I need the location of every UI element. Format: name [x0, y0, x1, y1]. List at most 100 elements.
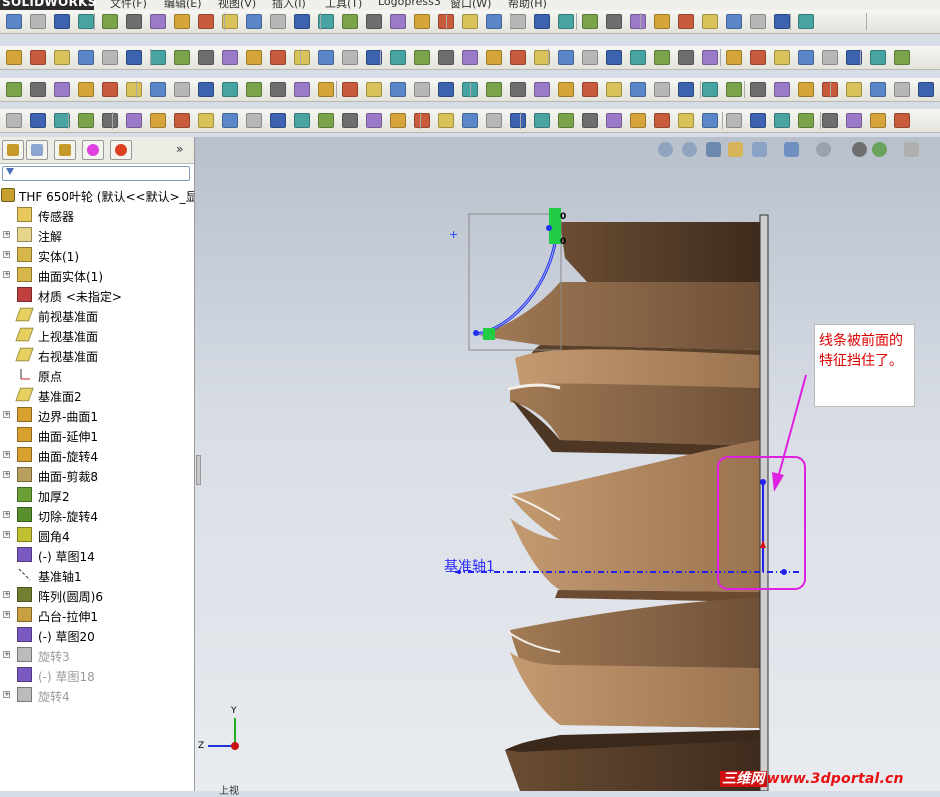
toolbar-button[interactable] — [438, 50, 454, 65]
toolbar-button[interactable] — [630, 50, 646, 65]
tree-item[interactable]: 上视基准面 — [0, 325, 194, 345]
toolbar-button[interactable] — [558, 82, 574, 97]
toolbar-button[interactable] — [582, 50, 598, 65]
toolbar-button[interactable] — [870, 82, 886, 97]
menu-tools[interactable]: 工具(T) — [325, 0, 362, 10]
toolbar-button[interactable] — [222, 82, 238, 97]
tree-item[interactable]: (-) 草图18 — [0, 665, 194, 685]
tree-item[interactable]: + 曲面-旋转4 — [0, 445, 194, 465]
toolbar-button[interactable] — [750, 82, 766, 97]
sketch-endpoint[interactable] — [781, 569, 787, 575]
toolbar-button[interactable] — [870, 113, 886, 128]
expand-toggle-icon[interactable]: + — [3, 451, 10, 458]
toolbar-button[interactable] — [582, 14, 598, 29]
toolbar-button[interactable] — [654, 50, 670, 65]
toolbar-button[interactable] — [198, 82, 214, 97]
tree-item[interactable]: + 曲面-剪裁8 — [0, 465, 194, 485]
toolbar-button[interactable] — [606, 113, 622, 128]
tree-item[interactable]: 加厚2 — [0, 485, 194, 505]
tree-item[interactable]: 前视基准面 — [0, 305, 194, 325]
toolbar-button[interactable] — [702, 50, 718, 65]
toolbar-button[interactable] — [222, 50, 238, 65]
toolbar-button[interactable] — [486, 113, 502, 128]
toolbar-button[interactable] — [366, 14, 382, 29]
toolbar-button[interactable] — [30, 14, 46, 29]
expand-toggle-icon[interactable]: + — [3, 411, 10, 418]
toolbar-button[interactable] — [174, 82, 190, 97]
toolbar-button[interactable] — [270, 113, 286, 128]
toolbar-button[interactable] — [654, 82, 670, 97]
toolbar-button[interactable] — [414, 113, 430, 128]
toolbar-button[interactable] — [366, 113, 382, 128]
toolbar-button[interactable] — [366, 82, 382, 97]
toolbar-button[interactable] — [654, 14, 670, 29]
expand-toggle-icon[interactable]: + — [3, 651, 10, 658]
toolbar-button[interactable] — [150, 14, 166, 29]
toolbar-button[interactable] — [630, 82, 646, 97]
tab-display-manager[interactable] — [110, 140, 132, 160]
tree-item[interactable]: + 实体(1) — [0, 245, 194, 265]
toolbar-button[interactable] — [486, 50, 502, 65]
toolbar-button[interactable] — [510, 50, 526, 65]
toolbar-button[interactable] — [438, 82, 454, 97]
toolbar-button[interactable] — [510, 14, 526, 29]
toolbar-button[interactable] — [462, 113, 478, 128]
toolbar-button[interactable] — [774, 50, 790, 65]
toolbar-button[interactable] — [462, 14, 478, 29]
tree-item[interactable]: + 边界-曲面1 — [0, 405, 194, 425]
toolbar-button[interactable] — [750, 50, 766, 65]
tree-item[interactable]: + 切除-旋转4 — [0, 505, 194, 525]
toolbar-button[interactable] — [78, 50, 94, 65]
toolbar-button[interactable] — [702, 113, 718, 128]
toolbar-button[interactable] — [918, 82, 934, 97]
toolbar-button[interactable] — [174, 50, 190, 65]
toolbar-button[interactable] — [678, 113, 694, 128]
toolbar-button[interactable] — [294, 82, 310, 97]
toolbar-button[interactable] — [102, 82, 118, 97]
tree-item[interactable]: + 圆角4 — [0, 525, 194, 545]
display-style-icon[interactable] — [784, 142, 799, 157]
toolbar-button[interactable] — [438, 113, 454, 128]
toolbar-button[interactable] — [318, 50, 334, 65]
toolbar-button[interactable] — [270, 82, 286, 97]
toolbar-button[interactable] — [462, 50, 478, 65]
expand-toggle-icon[interactable]: + — [3, 611, 10, 618]
menu-insert[interactable]: 插入(I) — [272, 0, 306, 10]
expand-toggle-icon[interactable]: + — [3, 231, 10, 238]
toolbar-button[interactable] — [198, 14, 214, 29]
toolbar-button[interactable] — [150, 82, 166, 97]
tree-filter-input[interactable] — [2, 166, 190, 181]
toolbar-button[interactable] — [486, 82, 502, 97]
toolbar-button[interactable] — [726, 50, 742, 65]
toolbar-button[interactable] — [414, 14, 430, 29]
toolbar-button[interactable] — [582, 82, 598, 97]
toolbar-button[interactable] — [54, 82, 70, 97]
toolbar-button[interactable] — [342, 14, 358, 29]
toolbar-button[interactable] — [390, 82, 406, 97]
toolbar-button[interactable] — [822, 113, 838, 128]
tree-item[interactable]: + 凸台-拉伸1 — [0, 605, 194, 625]
toolbar-button[interactable] — [726, 113, 742, 128]
previous-view-icon[interactable] — [706, 142, 721, 157]
toolbar-button[interactable] — [30, 113, 46, 128]
toolbar-button[interactable] — [414, 82, 430, 97]
toolbar-button[interactable] — [702, 14, 718, 29]
expand-toggle-icon[interactable]: + — [3, 471, 10, 478]
toolbar-button[interactable] — [126, 113, 142, 128]
view-orientation-icon[interactable] — [752, 142, 767, 157]
toolbar-button[interactable] — [702, 82, 718, 97]
toolbar-button[interactable] — [174, 113, 190, 128]
toolbar-button[interactable] — [894, 82, 910, 97]
toolbar-button[interactable] — [246, 82, 262, 97]
section-view-icon[interactable] — [728, 142, 743, 157]
tab-dimxpert[interactable] — [82, 140, 104, 160]
toolbar-button[interactable] — [534, 113, 550, 128]
toolbar-button[interactable] — [54, 50, 70, 65]
toolbar-button[interactable] — [846, 82, 862, 97]
toolbar-button[interactable] — [414, 50, 430, 65]
toolbar-button[interactable] — [534, 82, 550, 97]
toolbar-button[interactable] — [678, 82, 694, 97]
toolbar-button[interactable] — [558, 113, 574, 128]
sketch-endpoint[interactable] — [760, 479, 766, 485]
toolbar-button[interactable] — [774, 14, 790, 29]
